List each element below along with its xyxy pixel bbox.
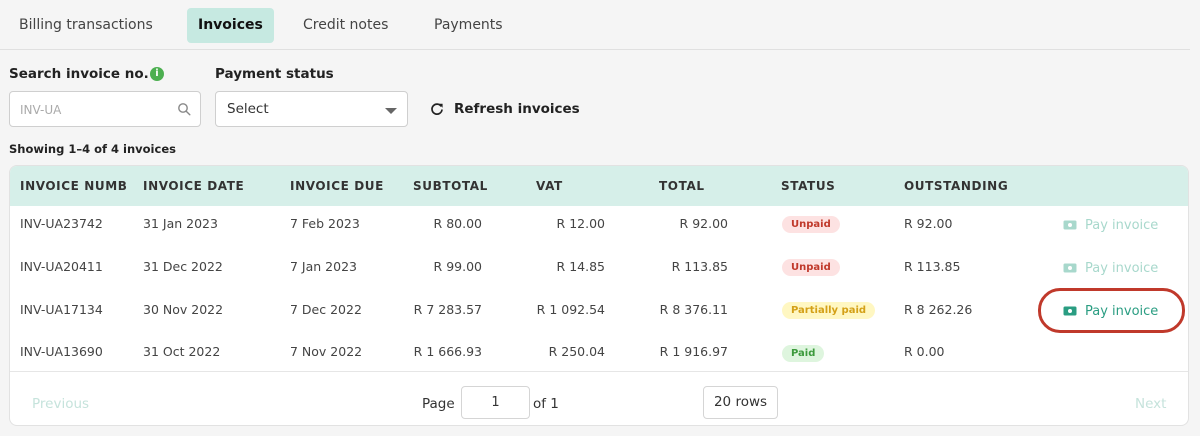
vat: R 14.85 — [556, 259, 605, 274]
refresh-icon — [431, 103, 443, 115]
col-invoice-date[interactable]: INVOICE DATE — [143, 179, 244, 193]
outstanding: R 113.85 — [904, 259, 961, 274]
tab-billing-transactions[interactable]: Billing transactions — [8, 8, 164, 43]
invoice-date: 31 Oct 2022 — [143, 344, 221, 359]
invoice-date: 31 Dec 2022 — [143, 259, 223, 274]
payment-status-value: Select — [227, 101, 269, 117]
payment-status-select[interactable]: Select — [215, 91, 408, 127]
pay-invoice-highlight — [1038, 288, 1185, 333]
outstanding: R 92.00 — [904, 216, 953, 231]
total: R 92.00 — [679, 216, 728, 231]
invoice-due: 7 Nov 2022 — [290, 344, 363, 359]
invoice-number[interactable]: INV-UA23742 — [20, 216, 103, 231]
banknote-icon — [1063, 263, 1077, 273]
col-total[interactable]: TOTAL — [659, 179, 705, 193]
col-status[interactable]: STATUS — [781, 179, 835, 193]
chevron-down-icon — [385, 108, 397, 114]
payment-status-label: Payment status — [215, 66, 334, 82]
tab-credit-notes[interactable]: Credit notes — [292, 8, 399, 43]
outstanding: R 8 262.26 — [904, 302, 973, 317]
subtotal: R 7 283.57 — [413, 302, 482, 317]
invoice-due: 7 Feb 2023 — [290, 216, 360, 231]
tab-payments[interactable]: Payments — [423, 8, 514, 43]
col-vat[interactable]: VAT — [536, 179, 563, 193]
page-label: Page — [422, 396, 455, 412]
invoice-number[interactable]: INV-UA20411 — [20, 259, 103, 274]
subtotal: R 80.00 — [433, 216, 482, 231]
col-subtotal[interactable]: SUBTOTAL — [413, 179, 488, 193]
search-input[interactable] — [20, 101, 170, 119]
table-header: INVOICE NUMB INVOICE DATE INVOICE DUE SU… — [10, 166, 1188, 206]
pay-invoice-label: Pay invoice — [1085, 218, 1159, 233]
vat: R 12.00 — [556, 216, 605, 231]
page-count: of 1 — [533, 396, 559, 412]
invoice-due: 7 Jan 2023 — [290, 259, 357, 274]
next-button[interactable]: Next — [1135, 396, 1166, 412]
col-outstanding[interactable]: OUTSTANDING — [904, 179, 1008, 193]
status-badge: Unpaid — [782, 216, 840, 233]
status-badge: Unpaid — [782, 259, 840, 276]
total: R 1 916.97 — [659, 344, 728, 359]
subtotal: R 1 666.93 — [413, 344, 482, 359]
vat: R 1 092.54 — [536, 302, 605, 317]
total: R 8 376.11 — [659, 302, 728, 317]
invoices-table: INVOICE NUMB INVOICE DATE INVOICE DUE SU… — [9, 165, 1189, 426]
tab-invoices[interactable]: Invoices — [187, 8, 274, 43]
banknote-icon — [1063, 220, 1077, 230]
refresh-label: Refresh invoices — [454, 101, 580, 117]
search-label: Search invoice no. — [9, 66, 149, 82]
table-row: INV-UA23742 31 Jan 2023 7 Feb 2023 R 80.… — [10, 206, 1188, 249]
results-count: Showing 1–4 of 4 invoices — [9, 142, 176, 156]
pay-invoice-label: Pay invoice — [1085, 261, 1159, 276]
tab-bar: Billing transactions Invoices Credit not… — [0, 0, 1190, 50]
info-icon[interactable]: i — [150, 67, 164, 81]
subtotal: R 99.00 — [433, 259, 482, 274]
status-badge: Paid — [782, 345, 825, 362]
invoice-due: 7 Dec 2022 — [290, 302, 362, 317]
page-number-input[interactable] — [461, 386, 530, 419]
rows-per-page-select[interactable]: 20 rows — [703, 386, 778, 419]
invoice-number[interactable]: INV-UA13690 — [20, 344, 103, 359]
status-badge: Partially paid — [782, 302, 876, 319]
col-invoice-due[interactable]: INVOICE DUE — [290, 179, 384, 193]
previous-button[interactable]: Previous — [32, 396, 89, 412]
table-row: INV-UA17134 30 Nov 2022 7 Dec 2022 R 7 2… — [10, 292, 1188, 335]
search-field[interactable] — [9, 91, 201, 127]
invoice-date: 31 Jan 2023 — [143, 216, 218, 231]
pagination: Previous Page of 1 20 rows Next — [10, 371, 1188, 425]
invoice-number[interactable]: INV-UA17134 — [20, 302, 103, 317]
invoice-date: 30 Nov 2022 — [143, 302, 224, 317]
search-icon[interactable] — [177, 102, 191, 116]
col-invoice-number[interactable]: INVOICE NUMB — [20, 179, 134, 193]
outstanding: R 0.00 — [904, 344, 945, 359]
table-row: INV-UA20411 31 Dec 2022 7 Jan 2023 R 99.… — [10, 249, 1188, 292]
vat: R 250.04 — [548, 344, 605, 359]
total: R 113.85 — [671, 259, 728, 274]
